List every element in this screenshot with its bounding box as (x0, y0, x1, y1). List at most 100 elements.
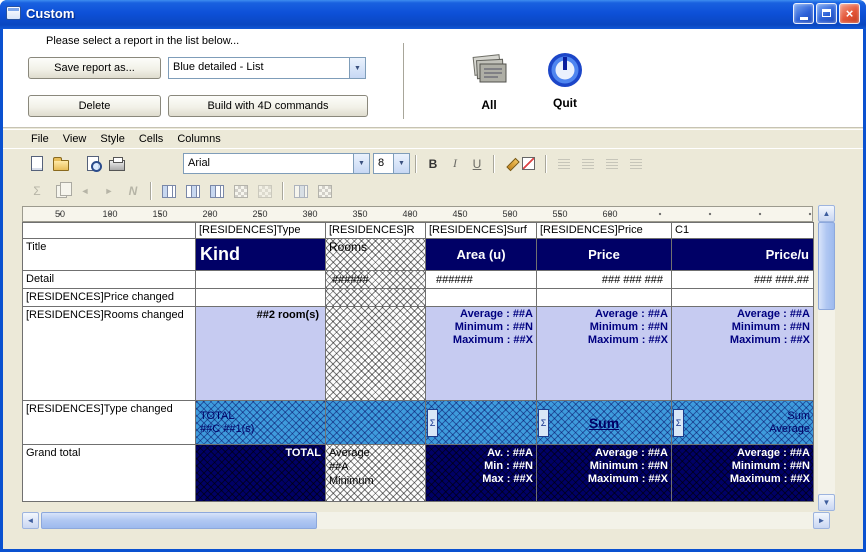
cell-detail-price[interactable]: ### ### ### (537, 271, 672, 289)
cell-price-changed-surf[interactable] (426, 289, 537, 307)
sum-button[interactable]: Σ (25, 180, 49, 202)
cell-grand-total-type[interactable]: TOTAL (196, 445, 326, 502)
minimize-button[interactable] (793, 3, 814, 24)
align-left-button[interactable] (552, 153, 576, 175)
font-family-select[interactable]: Arial ▼ (183, 153, 370, 174)
stat-line: Minimum : ##N (540, 321, 668, 334)
cell-grand-total-surf[interactable]: Av. : ##A Min : ##N Max : ##X (426, 445, 537, 502)
titlebar[interactable]: Custom × (0, 0, 866, 29)
cell-title-kind[interactable]: Kind (196, 239, 326, 271)
cell-title-price-u[interactable]: Price/u (672, 239, 814, 271)
cell-detail-price-u[interactable]: ### ###.## (672, 271, 814, 289)
dropdown-arrow-icon[interactable]: ▼ (349, 58, 365, 78)
menu-view[interactable]: View (57, 131, 95, 147)
cell-pattern-button[interactable] (229, 180, 253, 202)
quit-button[interactable]: Quit (537, 50, 593, 110)
row-label-grand-total[interactable]: Grand total (23, 445, 196, 502)
column-header-rooms[interactable]: [RESIDENCES]R (326, 223, 426, 239)
cell-type-changed-rooms[interactable] (326, 401, 426, 445)
align-justify-icon (630, 159, 642, 169)
cell-rooms-changed-price[interactable]: Average : ##A Minimum : ##N Maximum : ##… (537, 307, 672, 401)
align-center-button[interactable] (576, 153, 600, 175)
cell-rooms-changed-rooms[interactable] (326, 307, 426, 401)
row-label-title[interactable]: Title (23, 239, 196, 271)
italic-button[interactable]: I (444, 153, 466, 175)
cell-rooms-changed-c1[interactable]: Average : ##A Minimum : ##N Maximum : ##… (672, 307, 814, 401)
add-column-button[interactable] (157, 180, 181, 202)
horizontal-scrollbar[interactable]: ◄ ► (22, 512, 830, 529)
underline-button[interactable]: U (466, 153, 488, 175)
cell-title-area[interactable]: Area (u) (426, 239, 537, 271)
menu-style[interactable]: Style (94, 131, 132, 147)
sort-ascending-button[interactable] (289, 180, 313, 202)
delete-button[interactable]: Delete (28, 95, 161, 117)
scroll-right-button[interactable]: ► (813, 512, 830, 529)
cell-type-changed-type[interactable]: TOTAL ##C ##1(s) (196, 401, 326, 445)
menu-file[interactable]: File (25, 131, 57, 147)
cell-price-changed-price[interactable] (537, 289, 672, 307)
new-report-button[interactable] (25, 153, 49, 175)
report-dropdown[interactable]: Blue detailed - List ▼ (168, 57, 366, 79)
row-label-detail[interactable]: Detail (23, 271, 196, 289)
font-size-select[interactable]: 8 ▼ (373, 153, 410, 174)
ruler-tick: 150 (145, 209, 175, 219)
save-report-as-button[interactable]: Save report as... (28, 57, 161, 79)
menu-cells[interactable]: Cells (133, 131, 171, 147)
cell-price-changed-c1[interactable] (672, 289, 814, 307)
cell-price-changed-rooms[interactable] (326, 289, 426, 307)
scroll-left-button[interactable]: ◄ (22, 512, 39, 529)
stat-line: Average : ##A (675, 447, 810, 460)
border-pen-button[interactable] (500, 153, 540, 175)
cell-price-changed-type[interactable] (196, 289, 326, 307)
cell-type-changed-price[interactable]: Σ Sum (537, 401, 672, 445)
cell-detail-type[interactable] (196, 271, 326, 289)
next-break-button[interactable]: ► (97, 180, 121, 202)
cell-detail-surf[interactable]: ###### (426, 271, 537, 289)
delete-column-button[interactable] (205, 180, 229, 202)
repeat-values-button[interactable] (49, 180, 73, 202)
row-label-rooms-changed[interactable]: [RESIDENCES]Rooms changed (23, 307, 196, 401)
count-button[interactable]: N (121, 180, 145, 202)
scroll-up-button[interactable]: ▲ (818, 205, 835, 222)
row-label-type-changed[interactable]: [RESIDENCES]Type changed (23, 401, 196, 445)
align-justify-button[interactable] (624, 153, 648, 175)
cell-grand-total-rooms[interactable]: Average ##A Minimum (326, 445, 426, 502)
build-with-4d-commands-button[interactable]: Build with 4D commands (168, 95, 368, 117)
cell-background-button[interactable] (253, 180, 277, 202)
cell-title-rooms[interactable]: Rooms (326, 239, 426, 271)
print-button[interactable] (105, 153, 129, 175)
dropdown-arrow-icon[interactable]: ▼ (353, 154, 369, 173)
open-report-button[interactable] (49, 153, 73, 175)
vertical-scrollbar[interactable]: ▲ ▼ (818, 205, 835, 511)
cell-type-changed-surf[interactable]: Σ (426, 401, 537, 445)
cell-grand-total-price[interactable]: Average : ##A Minimum : ##N Maximum : ##… (537, 445, 672, 502)
insert-column-button[interactable] (181, 180, 205, 202)
all-button[interactable]: All (459, 46, 519, 112)
column-header-c1[interactable]: C1 (672, 223, 814, 239)
bold-button[interactable]: B (422, 153, 444, 175)
dropdown-arrow-icon[interactable]: ▼ (393, 154, 409, 173)
scroll-down-button[interactable]: ▼ (818, 494, 835, 511)
horizontal-scroll-thumb[interactable] (41, 512, 317, 529)
column-header-price[interactable]: [RESIDENCES]Price (537, 223, 672, 239)
column-header-type[interactable]: [RESIDENCES]Type (196, 223, 326, 239)
cell-detail-rooms[interactable]: ###### (326, 271, 426, 289)
menu-columns[interactable]: Columns (171, 131, 228, 147)
stat-line: Average : ##A (429, 308, 533, 321)
maximize-button[interactable] (816, 3, 837, 24)
column-header-surf[interactable]: [RESIDENCES]Surf (426, 223, 537, 239)
cell-rooms-changed-type[interactable]: ##2 room(s) (196, 307, 326, 401)
print-preview-button[interactable] (81, 153, 105, 175)
close-button[interactable]: × (839, 3, 860, 24)
prompt-text: Please select a report in the list below… (46, 35, 239, 47)
vertical-scroll-thumb[interactable] (818, 222, 835, 310)
sort-descending-button[interactable] (313, 180, 337, 202)
cell-title-price[interactable]: Price (537, 239, 672, 271)
cell-grand-total-c1[interactable]: Average : ##A Minimum : ##N Maximum : ##… (672, 445, 814, 502)
cell-type-changed-c1[interactable]: Σ Sum Average (672, 401, 814, 445)
align-center-icon (582, 159, 594, 169)
row-label-price-changed[interactable]: [RESIDENCES]Price changed (23, 289, 196, 307)
previous-break-button[interactable]: ◄ (73, 180, 97, 202)
align-right-button[interactable] (600, 153, 624, 175)
cell-rooms-changed-surf[interactable]: Average : ##A Minimum : ##N Maximum : ##… (426, 307, 537, 401)
